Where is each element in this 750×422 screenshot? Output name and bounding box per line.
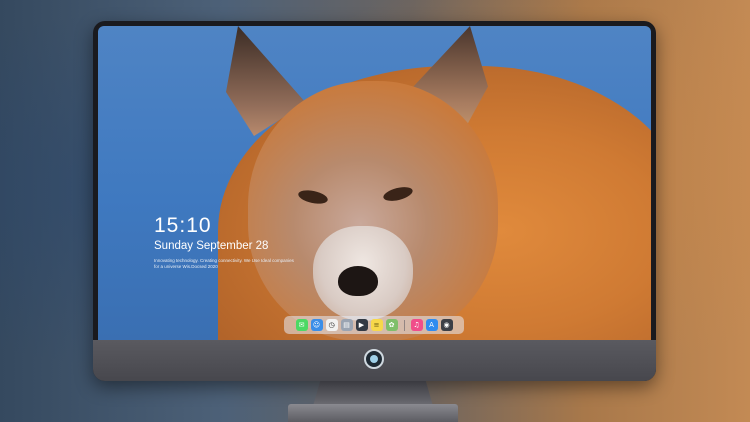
dock: ✉ ☺ ◷ ▤ ▶ ≡ ✿ ♫ A ◉ [284,316,464,334]
camera-icon[interactable]: ◉ [440,319,453,331]
screen: 15:10 Sunday September 28 Innovating tec… [98,26,651,340]
lockscreen-tagline: Innovating technology. Creating connecti… [154,258,294,269]
app-store-icon[interactable]: A [425,319,438,331]
monitor-stand-neck [313,381,433,406]
lockscreen-time: 15:10 [154,214,212,237]
wallpaper-fox-nose [338,266,378,296]
photos-icon[interactable]: ✿ [385,319,398,331]
brand-logo-icon [364,349,384,369]
clapper-icon[interactable]: ▶ [355,319,368,331]
notes-icon[interactable]: ≡ [370,319,383,331]
finder-icon[interactable]: ☺ [310,319,323,331]
monitor: 15:10 Sunday September 28 Innovating tec… [93,21,656,381]
monitor-stand-base [288,404,458,422]
dock-separator [403,319,405,331]
music-icon[interactable]: ♫ [410,319,423,331]
messages-icon[interactable]: ✉ [295,319,308,331]
lockscreen-date: Sunday September 28 [154,240,269,252]
clock-icon[interactable]: ◷ [325,319,338,331]
files-icon[interactable]: ▤ [340,319,353,331]
monitor-chin [93,340,656,381]
